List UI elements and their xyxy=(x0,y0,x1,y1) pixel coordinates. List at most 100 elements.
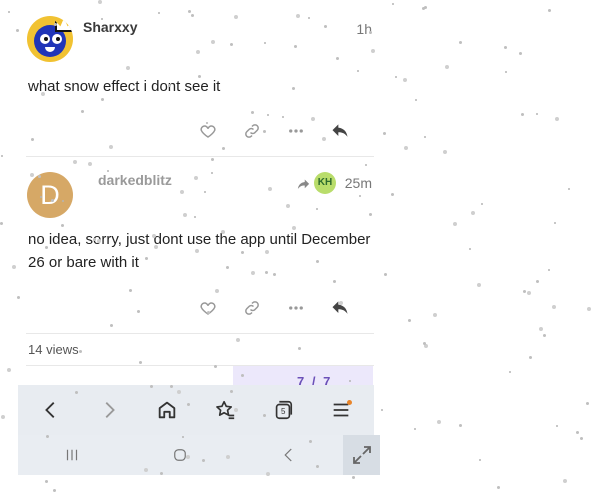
avatar-eye xyxy=(40,34,50,44)
snowflake xyxy=(422,7,425,10)
reply-to-avatar[interactable]: KH xyxy=(314,172,336,194)
back-icon xyxy=(284,448,292,462)
snowflake xyxy=(539,327,543,331)
snowflake xyxy=(519,52,522,55)
tabs-button[interactable]: 5 xyxy=(263,390,303,430)
more-button[interactable] xyxy=(274,120,318,142)
system-nav-bar xyxy=(18,435,343,475)
post-time[interactable]: 1h xyxy=(356,21,372,37)
snowflake xyxy=(548,9,551,12)
copy-link-button[interactable] xyxy=(230,120,274,142)
post-actions xyxy=(186,297,362,319)
post-username[interactable]: darkedblitz xyxy=(98,172,172,188)
snowflake xyxy=(536,113,538,115)
snowflake xyxy=(0,222,3,225)
menu-button[interactable] xyxy=(321,390,361,430)
more-button[interactable] xyxy=(274,297,318,319)
snowflake xyxy=(527,291,531,295)
notification-dot xyxy=(347,400,352,405)
snowflake xyxy=(529,356,532,359)
snowflake xyxy=(505,71,507,73)
snowflake xyxy=(1,155,3,157)
snowflake xyxy=(404,146,408,150)
snowflake xyxy=(509,371,511,373)
recents-icon xyxy=(67,449,78,461)
topic-progress[interactable]: 7 / 7 xyxy=(233,366,373,389)
topic-feed: Sharxxy 1h what snow effect i dont see i… xyxy=(18,0,374,389)
snowflake xyxy=(381,409,383,411)
snowflake xyxy=(445,65,449,69)
avatar[interactable]: D xyxy=(27,172,73,218)
snowflake xyxy=(12,265,16,269)
browser-toolbar: 5 xyxy=(18,385,374,435)
snowflake xyxy=(504,46,507,49)
snowflake xyxy=(555,117,559,121)
reply-icon xyxy=(332,124,348,137)
snowflake xyxy=(414,428,416,430)
snowflake xyxy=(459,424,462,427)
expand-button[interactable] xyxy=(343,435,380,475)
expand-icon xyxy=(352,446,371,464)
reply-button[interactable] xyxy=(318,297,362,319)
post-body: what snow effect i dont see it xyxy=(28,78,221,95)
snowflake xyxy=(576,431,579,434)
snowflake xyxy=(554,222,556,224)
recents-button[interactable] xyxy=(52,440,92,470)
snowflake xyxy=(424,344,428,348)
snowflake xyxy=(477,283,481,287)
avatar-eye xyxy=(52,34,62,44)
topic-views: 14 views xyxy=(28,342,79,357)
snowflake xyxy=(586,402,589,405)
snowflake xyxy=(543,334,546,337)
reply-to-icon[interactable] xyxy=(296,177,311,196)
snowflake xyxy=(408,319,411,322)
snowflake xyxy=(383,132,386,135)
post-time[interactable]: 25m xyxy=(345,175,372,191)
snowflake xyxy=(459,41,462,44)
home-circle-icon xyxy=(174,449,187,461)
post-body: no idea, sorry, just dont use the app un… xyxy=(28,231,371,271)
forward-icon xyxy=(105,402,115,418)
snowflake xyxy=(391,193,394,196)
back-button[interactable] xyxy=(31,390,71,430)
copy-link-button[interactable] xyxy=(230,297,274,319)
like-button[interactable] xyxy=(186,120,230,142)
snowflake xyxy=(556,425,558,427)
snowflake xyxy=(479,459,481,461)
snowflake xyxy=(568,188,570,190)
avatar[interactable] xyxy=(27,16,73,62)
snowflake xyxy=(471,211,475,215)
snowflake xyxy=(352,476,355,479)
post-divider xyxy=(26,156,374,157)
post-actions xyxy=(186,120,362,142)
reply-button[interactable] xyxy=(318,120,362,142)
snowflake xyxy=(481,203,483,205)
snowflake xyxy=(453,222,457,226)
bookmarks-button[interactable] xyxy=(205,390,245,430)
reply-icon xyxy=(332,301,348,314)
snowflake xyxy=(424,136,426,138)
heart-icon xyxy=(200,302,216,315)
snowflake xyxy=(443,150,447,154)
snowflake xyxy=(7,368,11,372)
more-icon xyxy=(289,129,303,133)
post-divider xyxy=(26,333,374,334)
snowflake xyxy=(424,6,427,9)
snowflake xyxy=(587,307,591,311)
more-icon xyxy=(289,306,303,310)
post-username[interactable]: Sharxxy xyxy=(83,19,137,35)
forward-button[interactable] xyxy=(89,390,129,430)
snowflake xyxy=(563,479,567,483)
snowflake xyxy=(384,273,387,276)
home-icon xyxy=(158,401,176,419)
home-button[interactable] xyxy=(147,390,187,430)
system-home-button[interactable] xyxy=(160,440,200,470)
snowflake xyxy=(53,489,56,492)
snowflake xyxy=(8,11,10,13)
snowflake xyxy=(548,269,550,271)
snowflake xyxy=(45,480,48,483)
snowflake xyxy=(523,290,526,293)
snowflake xyxy=(497,486,500,489)
like-button[interactable] xyxy=(186,297,230,319)
system-back-button[interactable] xyxy=(269,440,309,470)
